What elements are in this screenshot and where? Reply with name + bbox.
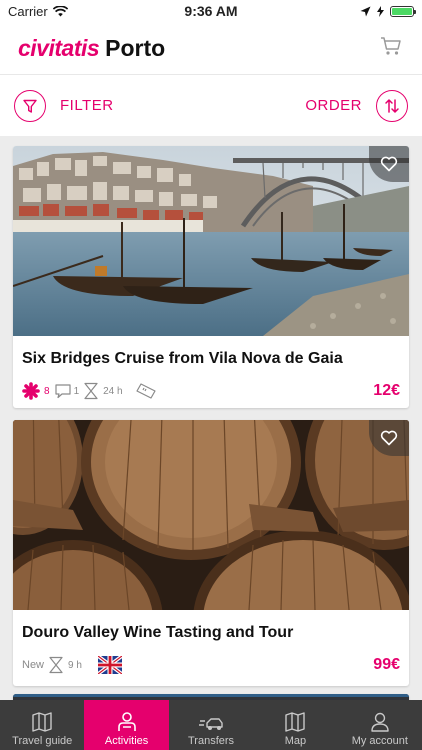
tab-label: Map <box>284 735 307 747</box>
ticket-icon <box>135 383 156 399</box>
tab-activities[interactable]: Activities <box>84 700 169 750</box>
app-logo: civitatis Porto <box>18 35 165 62</box>
activity-title: Six Bridges Cruise from Vila Nova de Gai… <box>22 350 343 367</box>
order-button[interactable]: ORDER <box>305 89 408 122</box>
activity-photo-wine-barrels <box>13 420 409 610</box>
hourglass-icon <box>84 382 98 400</box>
map-book-icon <box>32 712 52 732</box>
activity-price: 12€ <box>373 382 400 399</box>
heart-icon <box>380 430 398 446</box>
person-icon <box>117 712 136 731</box>
car-icon <box>199 718 223 730</box>
sort-arrows-icon <box>376 89 408 122</box>
duration: 9 h <box>68 659 82 671</box>
rating-flower-icon <box>22 382 40 400</box>
user-icon <box>371 712 389 732</box>
status-bar: Carrier 9:36 AM <box>0 0 422 22</box>
tab-bar: Travel guide Activities Transfers Map My… <box>0 700 422 750</box>
charging-icon <box>377 5 384 17</box>
tab-my-account[interactable]: My account <box>338 700 422 750</box>
filter-bar: FILTER ORDER <box>0 74 422 136</box>
activity-title: Douro Valley Wine Tasting and Tour <box>22 624 294 641</box>
tab-transfers[interactable]: Transfers <box>169 700 253 750</box>
logo-brand: civitatis <box>18 34 100 61</box>
tab-label: Activities <box>104 735 149 747</box>
activity-price: 99€ <box>373 656 400 673</box>
funnel-icon <box>14 89 46 122</box>
tab-label: Travel guide <box>12 735 73 747</box>
app-header: civitatis Porto <box>0 22 422 74</box>
new-badge: New <box>22 659 45 671</box>
activity-card[interactable]: Douro Valley Wine Tasting and Tour New 9… <box>13 420 409 686</box>
filter-button[interactable]: FILTER <box>14 89 114 122</box>
activity-card[interactable]: Six Bridges Cruise from Vila Nova de Gai… <box>13 146 409 408</box>
activity-photo-river-boats <box>13 146 409 336</box>
comment-icon <box>54 384 71 399</box>
order-label: ORDER <box>305 97 362 114</box>
rating-count: 8 <box>44 385 50 397</box>
tab-label: Transfers <box>187 735 235 747</box>
hourglass-icon <box>49 656 63 674</box>
map-icon <box>285 712 306 732</box>
carrier-label: Carrier <box>8 3 48 19</box>
heart-icon <box>380 156 398 172</box>
city-title: Porto <box>105 34 166 61</box>
wifi-icon <box>52 5 68 16</box>
cart-button[interactable] <box>380 36 402 61</box>
location-arrow-icon <box>360 6 371 16</box>
filter-label: FILTER <box>60 97 114 114</box>
uk-flag-icon <box>97 656 122 674</box>
duration: 24 h <box>103 385 123 397</box>
cart-icon <box>381 37 401 55</box>
activity-meta: New 9 h 99€ <box>13 656 409 674</box>
activity-meta: 8 1 24 h 12€ <box>13 382 409 400</box>
tab-label: My account <box>351 735 408 747</box>
tab-map[interactable]: Map <box>253 700 337 750</box>
tab-travel-guide[interactable]: Travel guide <box>0 700 84 750</box>
battery-icon <box>390 5 416 17</box>
